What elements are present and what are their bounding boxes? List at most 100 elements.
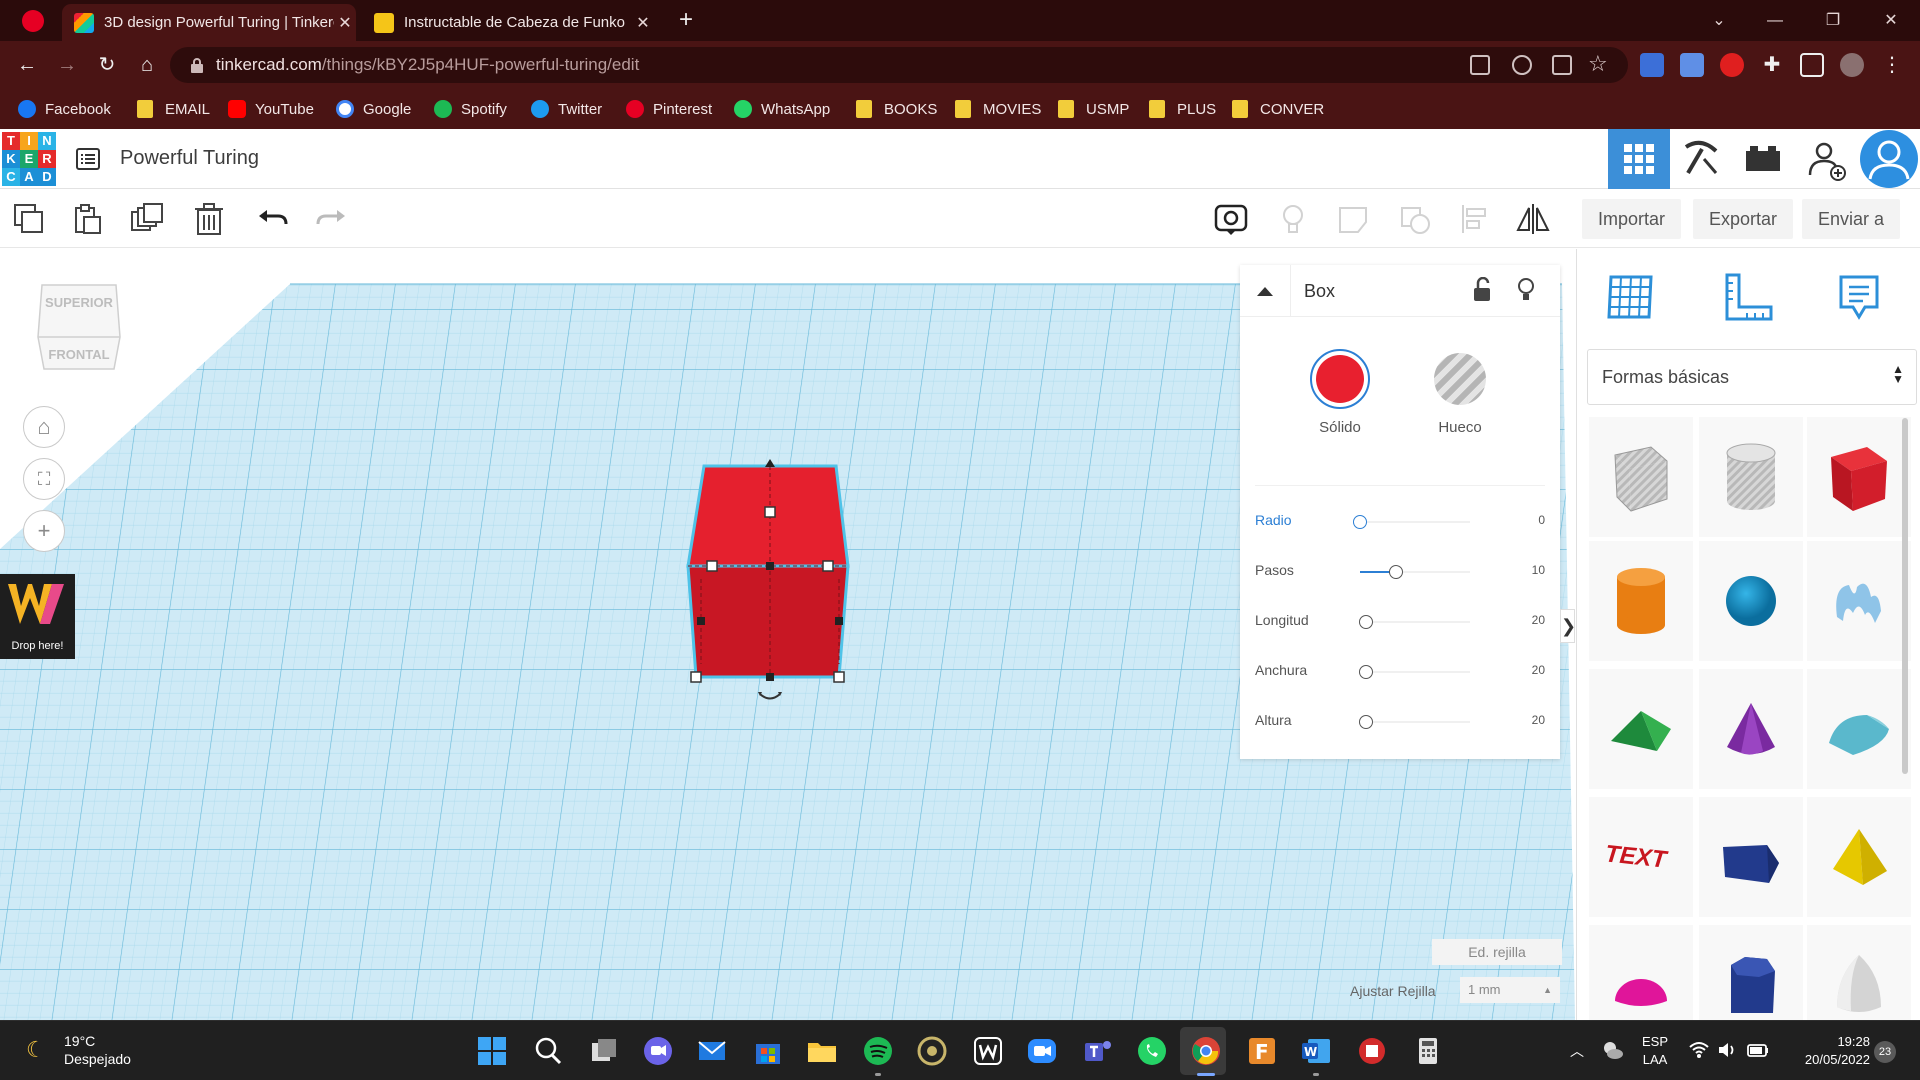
zoom-icon[interactable] — [1026, 1035, 1058, 1067]
battery-icon[interactable] — [1746, 1039, 1770, 1061]
param-slider-track[interactable] — [1360, 521, 1470, 523]
bookmark-usmp[interactable]: USMP — [1058, 97, 1129, 121]
lightbulb-icon[interactable] — [1516, 277, 1536, 303]
notification-badge[interactable]: 23 — [1874, 1041, 1896, 1063]
close-tab-icon[interactable]: ✕ — [334, 13, 356, 33]
bookmark-conver[interactable]: CONVER — [1232, 97, 1324, 121]
docs-extension-icon[interactable] — [1680, 53, 1704, 77]
spotify-icon[interactable] — [862, 1035, 894, 1067]
back-arrow-icon[interactable]: ← — [12, 50, 42, 80]
app-compass-icon[interactable] — [916, 1035, 948, 1067]
param-value[interactable]: 20 — [1532, 713, 1545, 727]
shape-name[interactable]: Box — [1304, 281, 1335, 302]
shapes-scrollbar[interactable] — [1902, 418, 1908, 774]
edit-grid-button[interactable]: Ed. rejilla — [1432, 939, 1562, 965]
word-icon[interactable]: W — [1300, 1035, 1332, 1067]
bookmark-movies[interactable]: MOVIES — [955, 97, 1041, 121]
ruler-icon[interactable] — [1717, 267, 1777, 327]
translate-extension-icon[interactable] — [1640, 53, 1664, 77]
home-view-icon[interactable]: ⌂ — [23, 406, 65, 448]
user-avatar[interactable] — [1858, 129, 1920, 189]
volume-icon[interactable] — [1716, 1039, 1738, 1061]
search-icon[interactable] — [532, 1035, 564, 1067]
drop-here-widget[interactable]: Drop here! — [0, 574, 75, 659]
close-tab-icon[interactable]: ✕ — [632, 13, 654, 33]
bookmark-twitter[interactable]: Twitter — [531, 97, 602, 121]
side-panel-icon[interactable] — [1800, 53, 1824, 77]
resize-handle[interactable] — [766, 562, 774, 570]
param-value[interactable]: 10 — [1532, 563, 1545, 577]
snap-grid-select[interactable]: 1 mm ▲ — [1460, 977, 1560, 1003]
file-explorer-icon[interactable] — [806, 1035, 838, 1067]
param-slider-knob[interactable] — [1358, 615, 1373, 629]
shape-sphere[interactable] — [1699, 541, 1803, 661]
workplane-canvas[interactable]: SUPERIOR FRONTAL ⌂ ⛶ + Drop here! Box Só… — [0, 249, 1575, 1020]
solid-color-swatch[interactable] — [1310, 349, 1370, 409]
resize-handle[interactable] — [706, 560, 718, 572]
chat-icon[interactable] — [642, 1035, 674, 1067]
param-value[interactable]: 0 — [1538, 513, 1545, 527]
bookmark-whatsapp[interactable]: WhatsApp — [734, 97, 830, 121]
shape-polygon-prism[interactable] — [1699, 797, 1803, 917]
share-icon[interactable] — [1552, 55, 1572, 75]
param-value[interactable]: 20 — [1532, 613, 1545, 627]
rotate-handle[interactable] — [759, 693, 781, 700]
ungroup-icon[interactable] — [1398, 202, 1432, 236]
bookmark-email[interactable]: EMAIL — [137, 97, 210, 121]
address-bar[interactable]: tinkercad.com/things/kBY2J5p4HUF-powerfu… — [170, 47, 1628, 83]
3d-design-view-button[interactable] — [1608, 129, 1670, 189]
reload-icon[interactable]: ↻ — [92, 50, 122, 80]
store-icon[interactable] — [752, 1035, 784, 1067]
forward-arrow-icon[interactable]: → — [52, 50, 82, 80]
shape-box-hole[interactable] — [1589, 417, 1693, 537]
hide-icon[interactable] — [1512, 55, 1532, 75]
tab-instructables[interactable]: Instructable de Cabeza de Funko ✕ — [360, 4, 654, 41]
shape-half-sphere[interactable] — [1589, 925, 1693, 1020]
bookmark-plus[interactable]: PLUS — [1149, 97, 1216, 121]
resize-handle[interactable] — [833, 671, 845, 683]
chrome-icon[interactable] — [1190, 1035, 1222, 1067]
align-icon[interactable] — [1458, 202, 1492, 236]
shape-category-select[interactable]: Formas básicas ▲ ▼ — [1587, 349, 1917, 405]
tab-tinkercad[interactable]: 3D design Powerful Turing | Tinkercad ✕ — [62, 4, 356, 41]
height-handle[interactable] — [764, 506, 776, 518]
duplicate-icon[interactable] — [130, 202, 164, 236]
tinkercad-logo[interactable]: T I N K E R C A D — [2, 132, 56, 186]
shape-pyramid[interactable] — [1807, 797, 1911, 917]
workplane-grid-icon[interactable] — [1601, 267, 1661, 327]
wps-icon[interactable] — [972, 1035, 1004, 1067]
bookmark-google[interactable]: Google — [336, 97, 411, 121]
mail-icon[interactable] — [696, 1035, 728, 1067]
param-slider-knob[interactable] — [1389, 565, 1404, 579]
hole-swatch[interactable] — [1434, 353, 1486, 405]
language-indicator[interactable]: ESP LAA — [1642, 1033, 1668, 1069]
delete-trash-icon[interactable] — [192, 202, 226, 236]
bookmark-facebook[interactable]: Facebook — [18, 97, 111, 121]
tab-search-chevron-icon[interactable]: ⌄ — [1696, 6, 1742, 36]
bookmark-spotify[interactable]: Spotify — [434, 97, 507, 121]
home-icon[interactable]: ⌂ — [132, 50, 162, 80]
new-tab-plus-icon[interactable]: + — [672, 6, 700, 34]
lightbulb-icon[interactable] — [1276, 202, 1310, 236]
bookmark-youtube[interactable]: YouTube — [228, 97, 314, 121]
send-to-button[interactable]: Enviar a — [1802, 199, 1901, 239]
invite-user-button[interactable] — [1796, 129, 1858, 189]
notes-view-icon[interactable] — [1214, 202, 1248, 236]
bookmark-books[interactable]: BOOKS — [856, 97, 937, 121]
param-slider-knob[interactable] — [1353, 515, 1367, 529]
adblock-extension-icon[interactable] — [1720, 53, 1744, 77]
selected-box-shape[interactable] — [680, 449, 920, 709]
calculator-icon[interactable] — [1412, 1035, 1444, 1067]
resize-handle[interactable] — [766, 673, 774, 681]
resize-handle[interactable] — [822, 560, 834, 572]
shape-cylinder[interactable] — [1589, 541, 1693, 661]
shape-scribble[interactable] — [1807, 541, 1911, 661]
shape-round-roof[interactable] — [1807, 669, 1911, 789]
weather-tray-icon[interactable] — [1600, 1039, 1624, 1061]
param-slider-knob[interactable] — [1358, 715, 1373, 729]
task-view-icon[interactable] — [588, 1035, 620, 1067]
param-slider-track[interactable] — [1360, 721, 1470, 723]
shape-cylinder-hole[interactable] — [1699, 417, 1803, 537]
param-slider-knob[interactable] — [1358, 665, 1373, 679]
bookmark-pinterest[interactable]: Pinterest — [626, 97, 712, 121]
